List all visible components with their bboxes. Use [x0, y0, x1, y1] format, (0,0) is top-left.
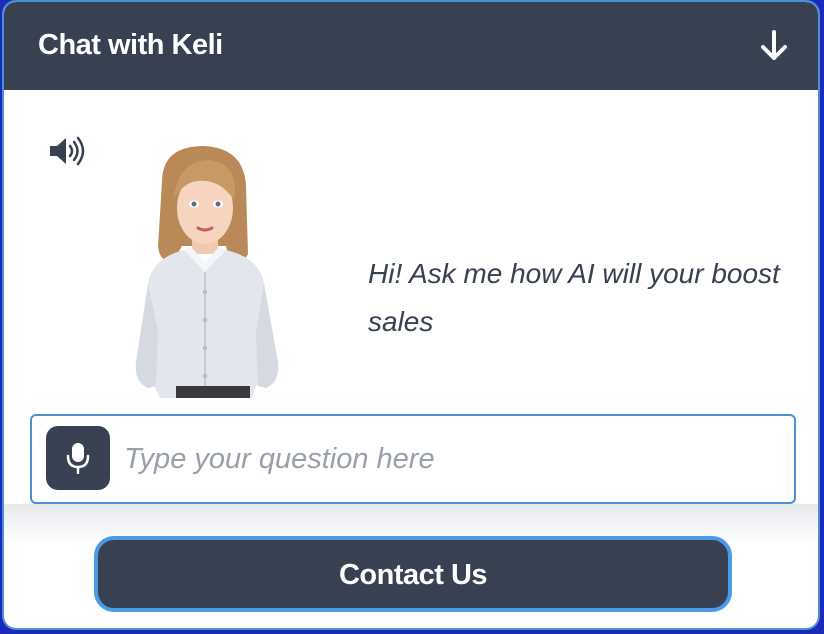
avatar-keli	[122, 142, 304, 398]
speaker-volume-icon	[50, 136, 85, 166]
question-input-box	[30, 414, 796, 504]
question-input[interactable]	[122, 432, 776, 486]
speaker-toggle-button[interactable]	[46, 134, 86, 168]
collapse-button[interactable]	[754, 26, 794, 66]
microphone-icon	[66, 443, 90, 474]
chat-widget: Chat with Keli Hi! Ask me how AI will yo…	[2, 0, 820, 630]
microphone-button[interactable]	[46, 426, 110, 490]
contact-us-button[interactable]: Contact Us	[94, 536, 732, 612]
arrow-down-icon	[761, 30, 787, 60]
chat-header: Chat with Keli	[4, 2, 818, 90]
chat-title: Chat with Keli	[38, 29, 223, 61]
avatar-greeting-message: Hi! Ask me how AI will your boost sales	[368, 258, 780, 337]
